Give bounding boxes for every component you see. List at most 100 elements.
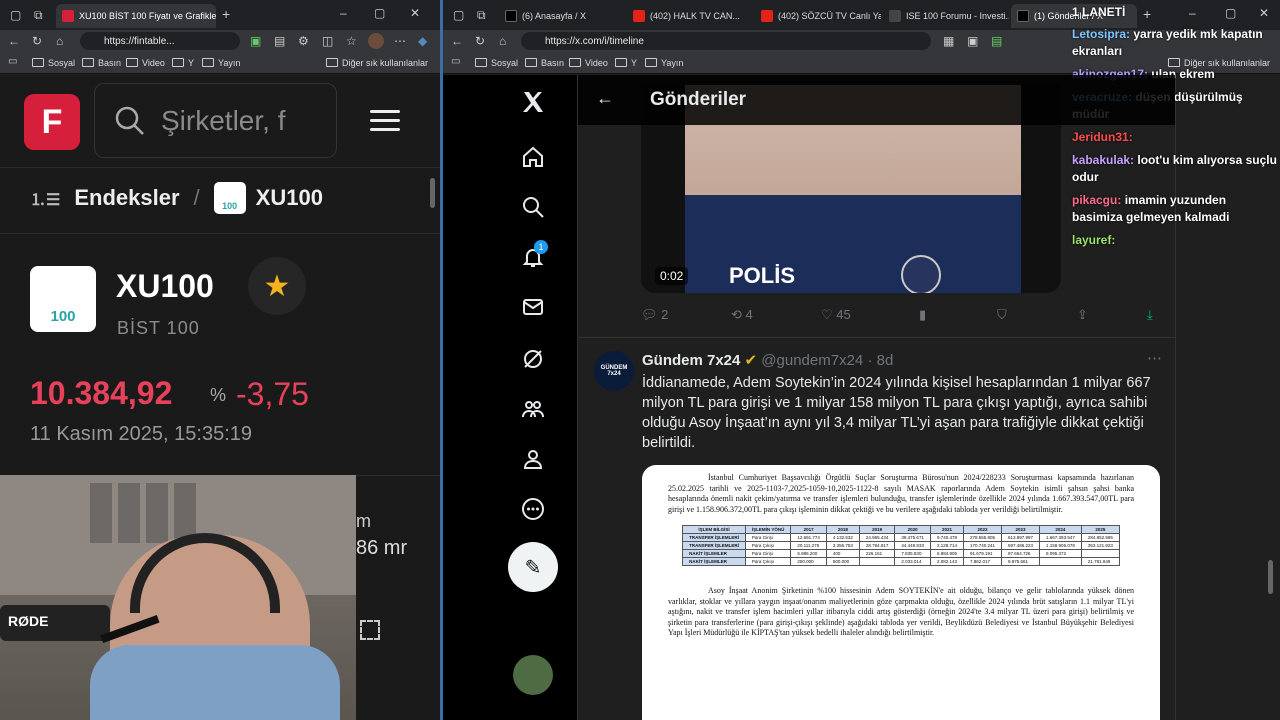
url-field[interactable]: https://x.com/i/timeline [521,32,931,50]
doc-table-header-cell: 2025 [1080,525,1120,534]
back-icon[interactable]: ← [451,34,463,48]
copilot-icon[interactable]: ◆ [418,34,427,48]
extensions-icon[interactable]: ▦ [943,34,954,48]
tab-actions-icon[interactable]: ▢ [10,8,21,22]
doc-table-cell: 170.740.241 [962,541,1003,550]
download-icon[interactable]: ⤓ [1147,307,1153,323]
extension-icon[interactable]: ▣ [250,34,261,48]
home-icon[interactable] [521,145,545,169]
bookmark-y[interactable]: Y [172,58,194,68]
fintables-logo[interactable]: F [24,94,80,150]
grok-icon[interactable] [521,347,545,371]
tab-x-home[interactable]: (6) Anasayfa / X [499,4,625,28]
youtube-favicon [761,10,773,22]
doc-table-body: TRANSFER İŞLEMLERİ Para Girişi 12.691.774 4… [682,533,1120,566]
chat-username: Jeridun31: [1072,130,1133,144]
bookmark-video[interactable]: Video [126,58,165,68]
bookmark-other[interactable]: Diğer sık kullanılanlar [326,58,428,68]
doc-table-cell [1039,557,1082,566]
maximize-icon[interactable]: ▢ [374,6,385,20]
doc-table-header-cell: 2019 [858,525,896,534]
tweet-avatar[interactable]: GÜNDEM 7x24 [594,351,634,391]
tab-halktv[interactable]: (402) HALK TV CAN... [627,4,753,28]
split-screen-icon[interactable]: ◫ [322,34,333,48]
mic-brand: RØDE [8,613,49,629]
breadcrumb-root[interactable]: Endeksler [74,185,179,211]
tweet-time[interactable]: · 8d [867,352,893,369]
tab-actions-icon[interactable]: ▢ [453,8,464,22]
share-icon[interactable]: ⇪ [1077,307,1088,323]
company-search-input[interactable]: Şirketler, f [94,83,337,158]
doc-table-cell: 2.128.714 [929,541,964,550]
bookmark-yayin[interactable]: Yayın [645,58,683,68]
refresh-icon[interactable]: ↻ [32,34,42,48]
reply-button[interactable]: 💬︎ 2 [641,307,668,323]
back-icon[interactable]: ← [8,34,20,48]
extension-icon-2[interactable]: ▤ [274,34,285,48]
refresh-icon[interactable]: ↻ [475,34,485,48]
account-avatar[interactable] [513,655,553,695]
bookmark-sosyal[interactable]: Sosyal [475,58,518,68]
avatar-text: GÜNDEM 7x24 [600,365,628,377]
doc-table-header-cell: 2021 [929,525,964,534]
tweet-actions: 💬︎ 2 ⟲ 4 ♡ 45 ▮ ⛉ ⇪ ⤓ [641,305,1161,329]
back-arrow-icon[interactable]: ← [596,88,614,109]
doc-table-cell: 28.784.917 [858,541,896,550]
fullscreen-icon[interactable] [360,620,380,640]
doc-table-cell: 1.667.393.547 [1039,533,1082,542]
doc-table-row: NAKİT İŞLEMLER Para Girişi 6.986.200 400 226… [682,549,1120,558]
right-scrollbar[interactable] [1268,560,1273,594]
tab-fintables[interactable]: XU100 BİST 100 Fiyatı ve Grafikle... ✕ [56,4,216,28]
tweet-author[interactable]: Gündem 7x24 [642,352,740,369]
x-sidebar: 1 ✎ [443,75,577,720]
favorites-icon[interactable]: ☆ [346,34,357,48]
more-options-icon[interactable] [521,497,545,521]
profile-avatar[interactable] [368,33,384,49]
bookmark-basin[interactable]: Basın [82,58,121,68]
url-field[interactable]: https://fintable... [80,32,240,50]
tweet-more-icon[interactable]: ⋯ [1147,349,1162,367]
communities-icon[interactable] [521,397,545,421]
compose-post-button[interactable]: ✎ [508,542,558,592]
home-icon[interactable]: ⌂ [499,34,506,48]
tab-title: (402) SÖZCÜ TV Canlı Ya... [778,11,881,21]
tweet-handle[interactable]: @gundem7x24 [761,352,863,369]
repost-button[interactable]: ⟲ 4 [731,307,753,323]
views-icon[interactable]: ▮ [919,307,926,323]
extensions-icon[interactable]: ⚙ [298,34,309,48]
bookmark-menu-icon[interactable]: ▭ [8,56,17,67]
tab-list-icon[interactable]: ⧉ [477,8,486,23]
more-icon[interactable]: ⋯ [394,34,406,48]
messages-icon[interactable] [521,295,545,319]
youtube-favicon [633,10,645,22]
profile-icon[interactable] [521,447,545,471]
tab-sozcutv[interactable]: (402) SÖZCÜ TV Canlı Ya... [755,4,881,28]
bookmark-video[interactable]: Video [569,58,608,68]
tab-title: (402) HALK TV CAN... [650,11,740,21]
bookmark-icon[interactable]: ⛉ [997,307,1007,323]
x-favicon [505,10,517,22]
tweet-document-image[interactable]: İstanbul Cumhuriyet Başsavcılığı Örgütlü… [642,465,1160,720]
minimize-icon[interactable]: – [340,6,347,20]
tab-investing[interactable]: ISE 100 Forumu - Investi... [883,4,1009,28]
favorite-star-button[interactable]: ★ [248,257,306,315]
doc-table-cell: 97.664.726 [1001,549,1041,558]
close-window-icon[interactable]: ✕ [410,6,420,20]
bookmark-yayin[interactable]: Yayın [202,58,240,68]
left-scrollbar[interactable] [430,178,435,208]
extension-icon-2[interactable]: ▤ [991,34,1002,48]
extension-icon[interactable]: ▣ [967,34,978,48]
new-tab-icon[interactable]: + [222,6,230,22]
hamburger-menu-icon[interactable] [370,110,400,132]
chat-messages: Letosipra: yarra yedik mk kapatın ekranl… [1072,26,1277,255]
bookmark-menu-icon[interactable]: ▭ [451,56,460,67]
tab-list-icon[interactable]: ⧉ [34,8,43,23]
search-icon[interactable] [521,195,545,219]
bookmark-basin[interactable]: Basın [525,58,564,68]
bookmark-y[interactable]: Y [615,58,637,68]
bookmark-sosyal[interactable]: Sosyal [32,58,75,68]
chat-username: Letosipra: [1072,27,1134,41]
home-icon[interactable]: ⌂ [56,34,63,48]
x-logo-icon[interactable] [521,90,545,114]
like-button[interactable]: ♡ 45 [821,307,851,323]
